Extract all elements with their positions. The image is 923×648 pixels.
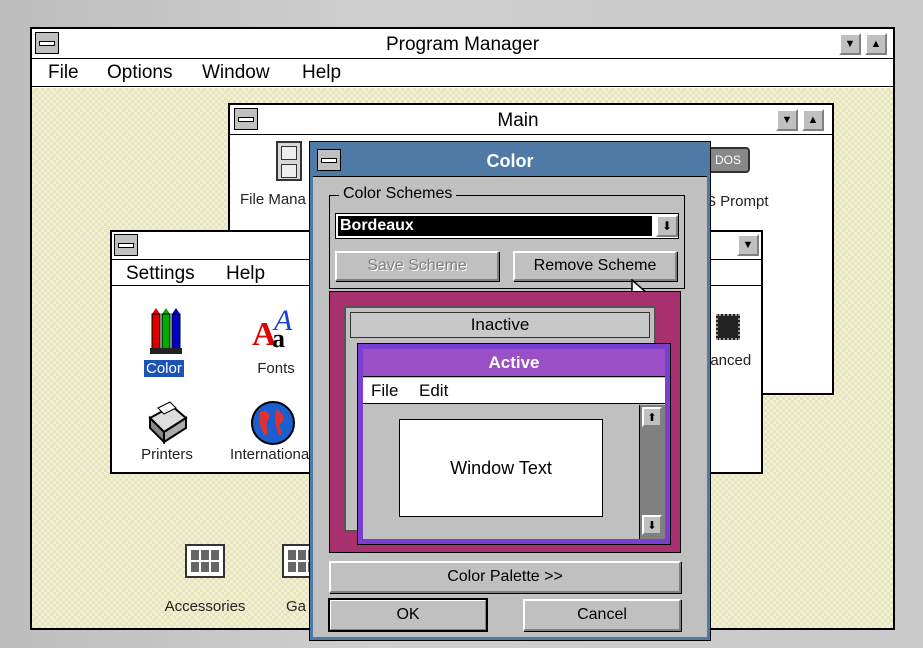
preview-menu-edit: Edit bbox=[419, 381, 449, 400]
scheme-preview[interactable]: Inactive Active File Edit Window Text ⬆ bbox=[329, 291, 681, 553]
system-menu-icon bbox=[118, 242, 134, 248]
enhanced-label: hanced bbox=[702, 352, 752, 369]
main-maximize-button[interactable]: ▲ bbox=[802, 109, 824, 131]
main-titlebar[interactable]: Main ▼ ▲ bbox=[230, 105, 832, 135]
chip-icon bbox=[716, 314, 740, 340]
preview-active-title: Active bbox=[488, 353, 540, 372]
preview-client-area: Window Text bbox=[363, 405, 639, 539]
preview-active-window: Active File Edit Window Text ⬆ ⬇ bbox=[358, 344, 670, 544]
main-minimize-button[interactable]: ▼ bbox=[776, 109, 798, 131]
accessories-label: Accessories bbox=[164, 598, 246, 615]
international-applet[interactable]: Internationa bbox=[230, 400, 320, 472]
minimize-icon: ▼ bbox=[844, 38, 856, 50]
color-icon bbox=[150, 308, 182, 354]
cancel-label: Cancel bbox=[577, 606, 627, 623]
preview-window-text-box: Window Text bbox=[399, 419, 603, 517]
menu-settings[interactable]: Settings bbox=[126, 263, 195, 285]
remove-scheme-label: Remove Scheme bbox=[533, 257, 657, 274]
menu-help[interactable]: Help bbox=[226, 263, 265, 285]
preview-menu-file: File bbox=[371, 381, 399, 400]
printers-applet[interactable]: Printers bbox=[134, 400, 200, 472]
group-icon bbox=[185, 544, 225, 578]
remove-scheme-button[interactable]: Remove Scheme bbox=[513, 251, 677, 281]
minimize-button[interactable]: ▼ bbox=[839, 33, 861, 55]
minimize-icon: ▼ bbox=[742, 239, 754, 251]
menu-options[interactable]: Options bbox=[107, 62, 172, 84]
control-panel-system-menu-button[interactable] bbox=[114, 234, 138, 256]
menu-file[interactable]: File bbox=[48, 62, 79, 84]
cancel-button[interactable]: Cancel bbox=[523, 599, 681, 631]
preview-active-titlebar: Active bbox=[363, 349, 665, 377]
enhanced-applet[interactable]: hanced bbox=[702, 308, 762, 380]
maximize-button[interactable]: ▲ bbox=[865, 33, 887, 55]
color-label: Color bbox=[144, 360, 184, 377]
save-scheme-label: Save Scheme bbox=[367, 257, 467, 274]
color-dialog: Color Color Schemes Bordeaux ⬇ Save Sche… bbox=[310, 142, 710, 640]
menu-window[interactable]: Window bbox=[202, 62, 270, 84]
fonts-icon: A A a bbox=[252, 304, 293, 353]
dropdown-arrow-button[interactable]: ⬇ bbox=[656, 215, 678, 237]
preview-menubar: File Edit bbox=[363, 378, 665, 404]
dos-prompt-program-icon[interactable]: DOS S Prompt bbox=[706, 147, 806, 217]
maximize-icon: ▲ bbox=[807, 114, 819, 126]
preview-inactive-titlebar: Inactive bbox=[350, 312, 650, 338]
maximize-icon: ▲ bbox=[870, 38, 882, 50]
program-manager-menubar: File Options Window Help bbox=[32, 59, 893, 87]
dos-prompt-label: S Prompt bbox=[706, 193, 769, 210]
printers-label: Printers bbox=[141, 446, 193, 463]
color-dialog-titlebar[interactable]: Color bbox=[313, 145, 707, 177]
main-title: Main bbox=[497, 110, 539, 131]
preview-scroll-up-button: ⬆ bbox=[642, 407, 662, 427]
control-panel-minimize-button[interactable]: ▼ bbox=[737, 234, 759, 256]
preview-scroll-down-button: ⬇ bbox=[642, 515, 662, 535]
file-manager-icon bbox=[276, 141, 302, 181]
fonts-label: Fonts bbox=[257, 360, 295, 377]
color-schemes-label: Color Schemes bbox=[339, 185, 457, 203]
menu-help[interactable]: Help bbox=[302, 62, 341, 84]
printers-icon bbox=[148, 401, 188, 445]
arrow-up-icon: ⬆ bbox=[647, 411, 657, 424]
preview-inactive-title: Inactive bbox=[470, 315, 530, 334]
minimize-icon: ▼ bbox=[781, 114, 793, 126]
chevron-down-icon: ⬇ bbox=[661, 219, 673, 233]
accessories-group-icon[interactable]: Accessories bbox=[150, 544, 260, 615]
color-scheme-value: Bordeaux bbox=[338, 216, 652, 236]
ok-button[interactable]: OK bbox=[328, 598, 488, 632]
dos-prompt-icon: DOS bbox=[706, 147, 750, 173]
save-scheme-button[interactable]: Save Scheme bbox=[335, 251, 499, 281]
program-manager-titlebar[interactable]: Program Manager ▼ ▲ bbox=[32, 29, 893, 59]
preview-window-text: Window Text bbox=[450, 458, 552, 478]
international-label: Internationa bbox=[230, 446, 310, 463]
color-palette-label: Color Palette >> bbox=[447, 568, 563, 585]
ok-label: OK bbox=[396, 606, 420, 623]
color-dialog-title: Color bbox=[486, 151, 534, 171]
arrow-down-icon: ⬇ bbox=[647, 519, 657, 532]
globe-icon bbox=[251, 401, 295, 445]
program-manager-title: Program Manager bbox=[385, 34, 540, 55]
color-scheme-dropdown[interactable]: Bordeaux ⬇ bbox=[335, 213, 679, 239]
fonts-applet[interactable]: A A a Fonts bbox=[246, 304, 306, 380]
color-applet[interactable]: Color bbox=[138, 308, 194, 380]
color-palette-button[interactable]: Color Palette >> bbox=[329, 561, 681, 593]
preview-scrollbar: ⬆ ⬇ bbox=[639, 405, 665, 539]
